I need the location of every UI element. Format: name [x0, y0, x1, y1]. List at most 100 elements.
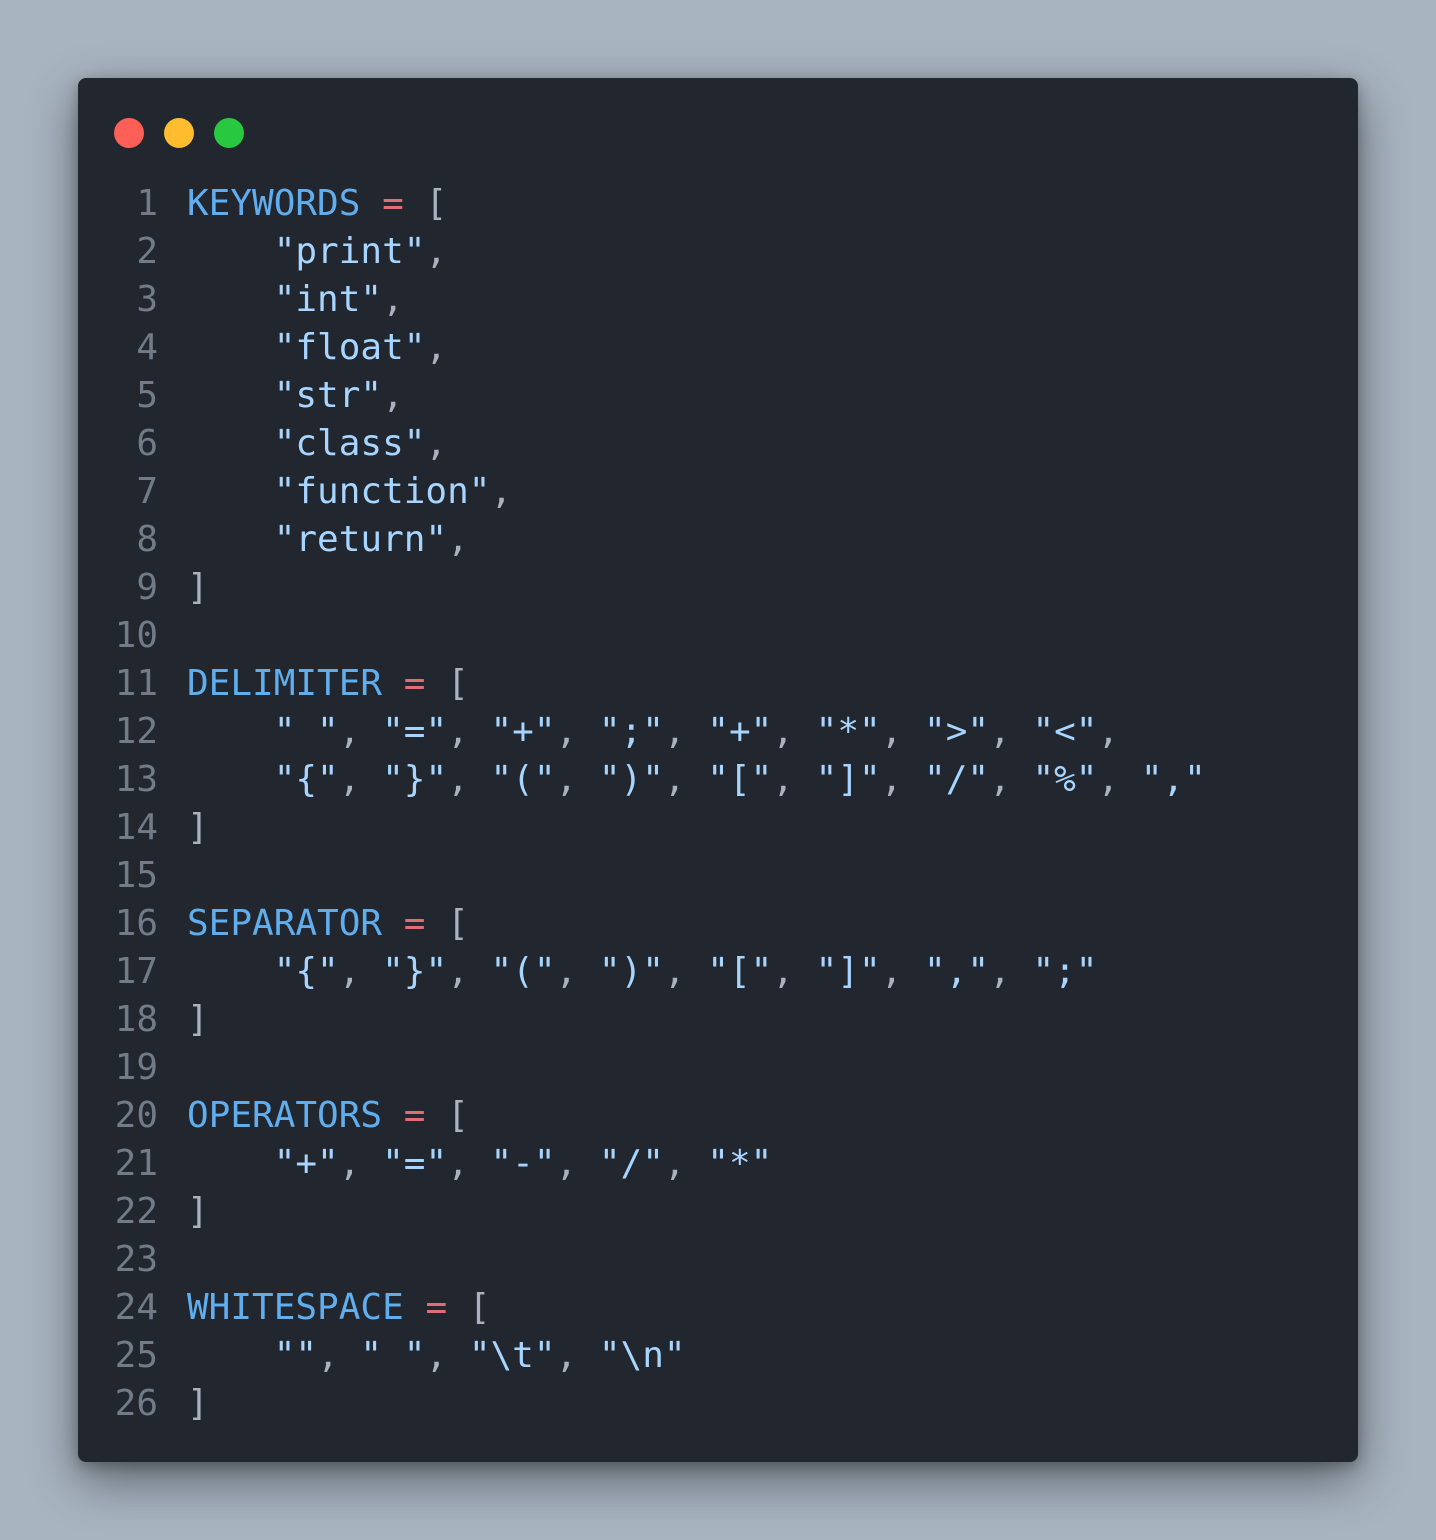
line-number: 25: [114, 1335, 158, 1376]
code-line: 9]: [78, 564, 1358, 612]
code-token: ,: [1097, 759, 1141, 800]
line-number: 9: [136, 567, 158, 608]
code-token: "int": [273, 279, 383, 320]
maximize-button[interactable]: [214, 118, 244, 148]
code-line: 19: [78, 1044, 1358, 1092]
code-line: 11 DELIMITER = [: [78, 660, 1358, 708]
code-token: ",": [924, 951, 990, 992]
code-token: ,: [447, 1143, 491, 1184]
line-number: 7: [136, 471, 158, 512]
code-token: ,: [772, 759, 816, 800]
code-token: ,: [425, 1335, 469, 1376]
code-token: DELIMITER: [187, 663, 383, 704]
code-token: ,: [490, 471, 513, 512]
line-content: ]: [187, 1188, 209, 1236]
code-line: 5 "str",: [78, 372, 1358, 420]
line-content: ]: [187, 564, 209, 612]
line-content: DELIMITER = [: [187, 660, 469, 708]
line-number: 10: [114, 615, 158, 656]
code-token: "(": [490, 951, 556, 992]
line-content: "class",: [187, 420, 447, 468]
code-token: "=": [382, 1143, 448, 1184]
line-content: "+", "=", "-", "/", "*": [187, 1140, 773, 1188]
code-token: "[": [707, 759, 773, 800]
code-window: 1 KEYWORDS = [2 "print", 3 "int", 4 "float"…: [78, 78, 1358, 1462]
code-token: ,: [663, 759, 708, 800]
code-line: 22]: [78, 1188, 1358, 1236]
line-number: 6: [136, 423, 158, 464]
code-token: ,: [555, 951, 599, 992]
code-token: [: [403, 183, 448, 224]
code-token: OPERATORS: [187, 1095, 383, 1136]
code-token: ,: [555, 1335, 599, 1376]
code-token: "=": [382, 711, 448, 752]
code-token: =: [425, 1287, 448, 1328]
close-button[interactable]: [114, 118, 144, 148]
code-token: ,: [425, 327, 448, 368]
line-number: 19: [114, 1047, 158, 1088]
line-content: OPERATORS = [: [187, 1092, 469, 1140]
line-number: 12: [114, 711, 158, 752]
line-content: ]: [187, 804, 209, 852]
code-token: =: [403, 1095, 426, 1136]
line-content: "return",: [187, 516, 469, 564]
line-number: 13: [114, 759, 158, 800]
code-token: [: [425, 663, 469, 704]
code-token: ,: [382, 279, 404, 320]
code-token: "+": [707, 711, 773, 752]
code-token: "print": [273, 231, 426, 272]
code-token: "{": [273, 951, 339, 992]
code-token: "*": [707, 1143, 773, 1184]
line-content: SEPARATOR = [: [187, 900, 469, 948]
code-token: SEPARATOR: [187, 903, 383, 944]
code-token: [: [425, 1095, 469, 1136]
code-editor[interactable]: 1 KEYWORDS = [2 "print", 3 "int", 4 "float"…: [78, 180, 1358, 1428]
code-token: "*": [815, 711, 881, 752]
code-token: [: [447, 1287, 491, 1328]
code-line: 24 WHITESPACE = [: [78, 1284, 1358, 1332]
code-line: 23: [78, 1236, 1358, 1284]
line-content: "int",: [187, 276, 404, 324]
code-token: KEYWORDS: [187, 183, 361, 224]
code-token: "str": [273, 375, 383, 416]
code-token: ,: [880, 759, 925, 800]
code-token: ,: [425, 423, 448, 464]
line-number: 8: [136, 519, 158, 560]
line-content: ]: [187, 1380, 209, 1428]
code-line: 17 "{", "}", "(", ")", "[", "]", ",", ";…: [78, 948, 1358, 996]
code-token: ")": [598, 951, 664, 992]
code-token: ]: [187, 1191, 209, 1232]
code-token: ,: [555, 1143, 599, 1184]
code-token: "<": [1032, 711, 1098, 752]
code-line: 13 "{", "}", "(", ")", "[", "]", "/", "%…: [78, 756, 1358, 804]
line-number: 16: [114, 903, 158, 944]
code-token: ,: [447, 759, 491, 800]
code-token: ";": [598, 711, 664, 752]
code-line: 4 "float",: [78, 324, 1358, 372]
code-token: ,: [338, 951, 383, 992]
line-content: "", " ", "\t", "\n": [187, 1332, 686, 1380]
code-token: ,: [989, 759, 1033, 800]
line-number: 4: [136, 327, 158, 368]
code-line: 18]: [78, 996, 1358, 1044]
line-number: 3: [136, 279, 158, 320]
code-token: "function": [273, 471, 491, 512]
line-content: KEYWORDS = [: [187, 180, 447, 228]
code-token: ,: [772, 711, 816, 752]
code-token: " ": [360, 1335, 426, 1376]
code-token: ,: [447, 951, 491, 992]
line-number: 23: [114, 1239, 158, 1280]
code-line: 12 " ", "=", "+", ";", "+", "*", ">", "<…: [78, 708, 1358, 756]
code-token: "class": [273, 423, 426, 464]
minimize-button[interactable]: [164, 118, 194, 148]
